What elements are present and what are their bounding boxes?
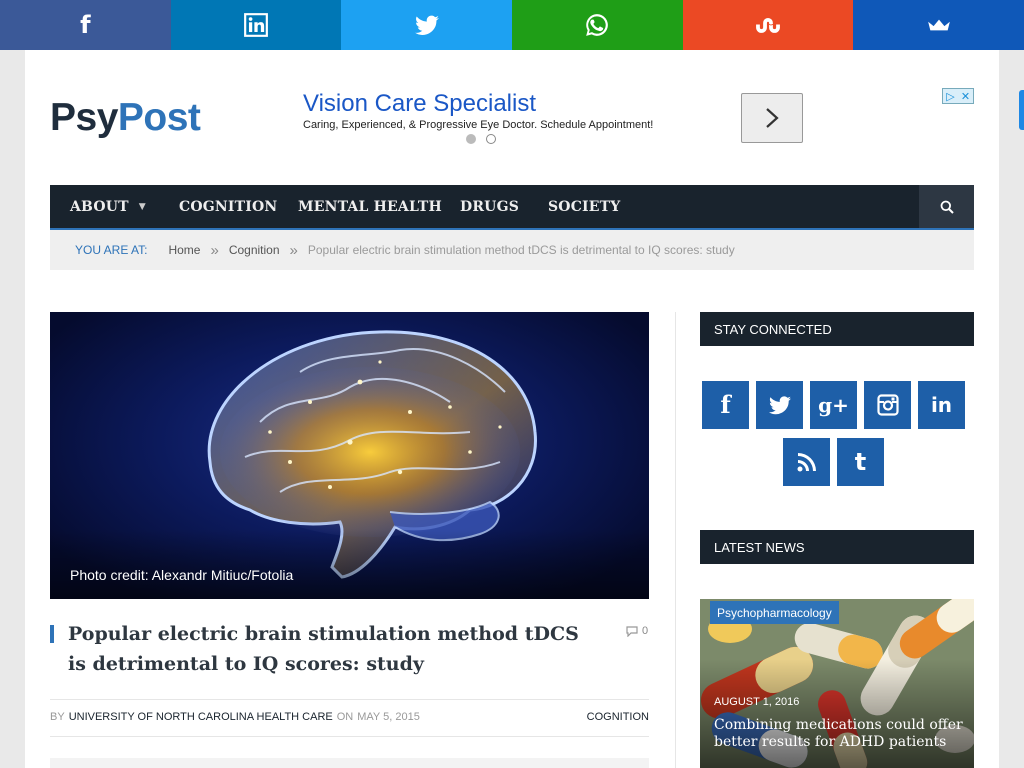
ad-dot[interactable] (486, 134, 496, 144)
article-title: Popular electric brain stimulation metho… (68, 623, 579, 675)
nav-item-drugs[interactable]: Drugs (460, 185, 519, 228)
photo-credit: Photo credit: Alexandr Mitiuc/Fotolia (70, 567, 294, 583)
facebook-follow-button[interactable]: f (702, 381, 749, 429)
nav-item-label: Mental Health (298, 198, 442, 215)
breadcrumb: You Are At: Home » Cognition » Popular e… (50, 230, 974, 270)
content-box (50, 758, 649, 768)
logo-part-post: Post (117, 96, 201, 139)
main-nav: About ▼ Cognition Mental Health Drugs Soc… (50, 185, 974, 230)
author-link[interactable]: University of North Carolina Health Care (69, 711, 333, 723)
ad-dot-active[interactable] (466, 134, 476, 144)
adchoices-icon[interactable]: ▷ (943, 89, 958, 103)
news-title[interactable]: Combining medications could offer better… (714, 717, 964, 751)
comment-count[interactable]: 0 (626, 625, 648, 637)
linkedin-follow-button[interactable]: in (918, 381, 965, 429)
sidebar-divider (675, 312, 676, 768)
breadcrumb-cognition[interactable]: Cognition (229, 243, 280, 257)
article-meta: By University of North Carolina Health C… (50, 711, 649, 723)
instagram-icon (876, 394, 899, 416)
news-category-tag[interactable]: Psychopharmacology (710, 601, 839, 624)
sumome-share-button[interactable] (853, 0, 1024, 50)
latest-news-card[interactable]: Psychopharmacology August 1, 2016 Combin… (700, 599, 974, 768)
by-label: By (50, 711, 65, 723)
nav-item-cognition[interactable]: Cognition (179, 185, 277, 228)
whatsapp-share-button[interactable] (512, 0, 683, 50)
latest-news-heading: Latest News (700, 530, 974, 564)
nav-item-label: About (70, 198, 129, 215)
ad-description: Caring, Experienced, & Progressive Eye D… (303, 119, 654, 131)
search-icon (940, 200, 954, 214)
comments-icon (626, 625, 638, 637)
nav-item-label: Cognition (179, 198, 278, 215)
share-bar: f (0, 0, 1024, 50)
breadcrumb-separator-icon: » (210, 241, 219, 259)
search-button[interactable] (919, 185, 974, 228)
twitter-share-button[interactable] (341, 0, 513, 50)
site-logo[interactable]: PsyPost (50, 96, 201, 140)
ad-next-button[interactable] (741, 93, 803, 143)
nav-item-label: Society (548, 198, 621, 215)
on-label: on (336, 711, 354, 723)
facebook-icon: f (720, 390, 731, 419)
chevron-right-icon (766, 108, 779, 128)
title-accent (50, 625, 54, 643)
nav-item-label: Drugs (460, 198, 520, 215)
image-shade (50, 529, 649, 599)
tumblr-icon: t (854, 448, 867, 476)
rss-follow-button[interactable] (783, 438, 830, 486)
facebook-share-button[interactable]: f (0, 0, 171, 50)
crown-icon (927, 19, 950, 31)
news-date: August 1, 2016 (714, 696, 800, 708)
stumbleupon-icon (756, 17, 780, 33)
whatsapp-icon (586, 14, 609, 36)
breadcrumb-current: Popular electric brain stimulation metho… (307, 243, 735, 257)
advertisement[interactable]: Vision Care Specialist Caring, Experienc… (285, 88, 975, 146)
rss-icon (797, 453, 816, 472)
chevron-down-icon: ▼ (138, 201, 146, 212)
twitter-follow-button[interactable] (756, 381, 803, 429)
tumblr-follow-button[interactable]: t (837, 438, 884, 486)
google-plus-icon: g+ (818, 393, 849, 417)
breadcrumb-separator-icon: » (289, 241, 298, 259)
logo-part-psy: Psy (50, 96, 118, 139)
linkedin-share-button[interactable] (170, 0, 342, 50)
facebook-icon: f (80, 11, 91, 39)
featured-image[interactable]: Photo credit: Alexandr Mitiuc/Fotolia (50, 312, 649, 599)
nav-item-about[interactable]: About ▼ (70, 185, 146, 228)
stumbleupon-share-button[interactable] (682, 0, 854, 50)
stay-connected-heading: Stay Connected (700, 312, 974, 346)
comment-count-value: 0 (642, 625, 649, 637)
image-shade (700, 659, 974, 768)
breadcrumb-home[interactable]: Home (168, 243, 200, 257)
twitter-icon (768, 396, 791, 415)
publish-date: May 5, 2015 (357, 711, 420, 723)
ad-choices[interactable]: ▷ ✕ (942, 88, 974, 104)
ad-title[interactable]: Vision Care Specialist (303, 90, 536, 118)
close-icon[interactable]: ✕ (958, 89, 973, 103)
divider (50, 736, 649, 737)
twitter-icon (414, 15, 439, 35)
divider (50, 699, 649, 700)
linkedin-icon (244, 13, 268, 37)
instagram-follow-button[interactable] (864, 381, 911, 429)
side-tab[interactable] (1019, 90, 1024, 130)
category-link[interactable]: Cognition (587, 711, 649, 723)
nav-item-mental-health[interactable]: Mental Health (298, 185, 442, 228)
ad-pagination (466, 134, 496, 144)
linkedin-icon: in (930, 393, 953, 417)
google-plus-follow-button[interactable]: g+ (810, 381, 857, 429)
nav-item-society[interactable]: Society (548, 185, 620, 228)
breadcrumb-label: You Are At: (75, 243, 148, 257)
